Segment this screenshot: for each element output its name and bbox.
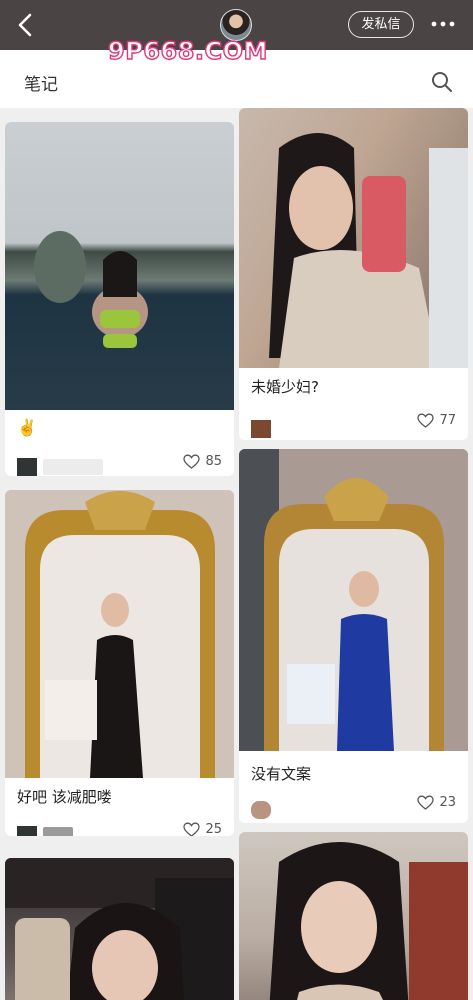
author-name xyxy=(43,459,103,475)
note-photo[interactable] xyxy=(5,122,234,410)
like-count[interactable]: 85 xyxy=(183,454,222,469)
more-options-icon[interactable] xyxy=(430,14,456,34)
section-title: 笔记 xyxy=(24,75,58,95)
note-card[interactable] xyxy=(239,832,468,1000)
heart-icon[interactable] xyxy=(183,822,201,836)
author-avatar xyxy=(17,458,37,476)
like-number: 77 xyxy=(439,413,456,428)
note-photo[interactable] xyxy=(239,832,468,1000)
note-card[interactable]: 未婚少妇? 77 xyxy=(239,108,468,440)
note-author[interactable] xyxy=(251,420,337,438)
send-message-button[interactable]: 发私信 xyxy=(348,11,414,38)
note-card[interactable]: 好吧 该减肥喽 25 xyxy=(5,490,234,836)
heart-icon[interactable] xyxy=(417,413,435,428)
like-number: 23 xyxy=(439,795,456,810)
photo-illustration xyxy=(269,133,468,368)
like-count[interactable]: 23 xyxy=(417,795,456,810)
heart-icon[interactable] xyxy=(183,454,201,469)
note-photo[interactable] xyxy=(5,490,234,778)
watermark-text: 9P668.COM xyxy=(107,36,268,65)
note-title: 好吧 该减肥喽 xyxy=(17,788,112,806)
author-name xyxy=(277,421,337,437)
like-count[interactable]: 25 xyxy=(183,822,222,836)
back-arrow-icon[interactable] xyxy=(14,12,40,38)
note-title: 没有文案 xyxy=(251,765,312,783)
author-name xyxy=(277,802,337,818)
like-number: 85 xyxy=(205,454,222,469)
note-author[interactable] xyxy=(17,826,73,836)
notes-feed[interactable]: ✌️ 85 未婚少妇? 77 好吧 该减肥喽 25 没有文案 23 xyxy=(0,108,473,1000)
photo-illustration xyxy=(5,490,234,778)
like-count[interactable]: 77 xyxy=(417,413,456,428)
photo-illustration xyxy=(239,449,468,751)
note-author[interactable] xyxy=(17,458,103,476)
heart-icon[interactable] xyxy=(417,795,435,810)
author-name xyxy=(43,827,73,836)
note-title: 未婚少妇? xyxy=(251,378,319,396)
note-photo[interactable] xyxy=(239,108,468,368)
note-author[interactable] xyxy=(251,801,337,819)
author-avatar xyxy=(17,826,37,836)
author-avatar xyxy=(251,420,271,438)
note-photo[interactable] xyxy=(239,449,468,751)
note-photo[interactable] xyxy=(5,858,234,1000)
photo-illustration xyxy=(5,858,234,1000)
author-avatar xyxy=(251,801,271,819)
note-title: ✌️ xyxy=(17,418,37,437)
note-card[interactable] xyxy=(5,858,234,1000)
photo-illustration xyxy=(269,842,468,1000)
like-number: 25 xyxy=(205,822,222,836)
note-card[interactable]: ✌️ 85 xyxy=(5,122,234,476)
photo-illustration xyxy=(34,231,148,348)
search-icon[interactable] xyxy=(431,71,453,93)
note-card[interactable]: 没有文案 23 xyxy=(239,449,468,823)
